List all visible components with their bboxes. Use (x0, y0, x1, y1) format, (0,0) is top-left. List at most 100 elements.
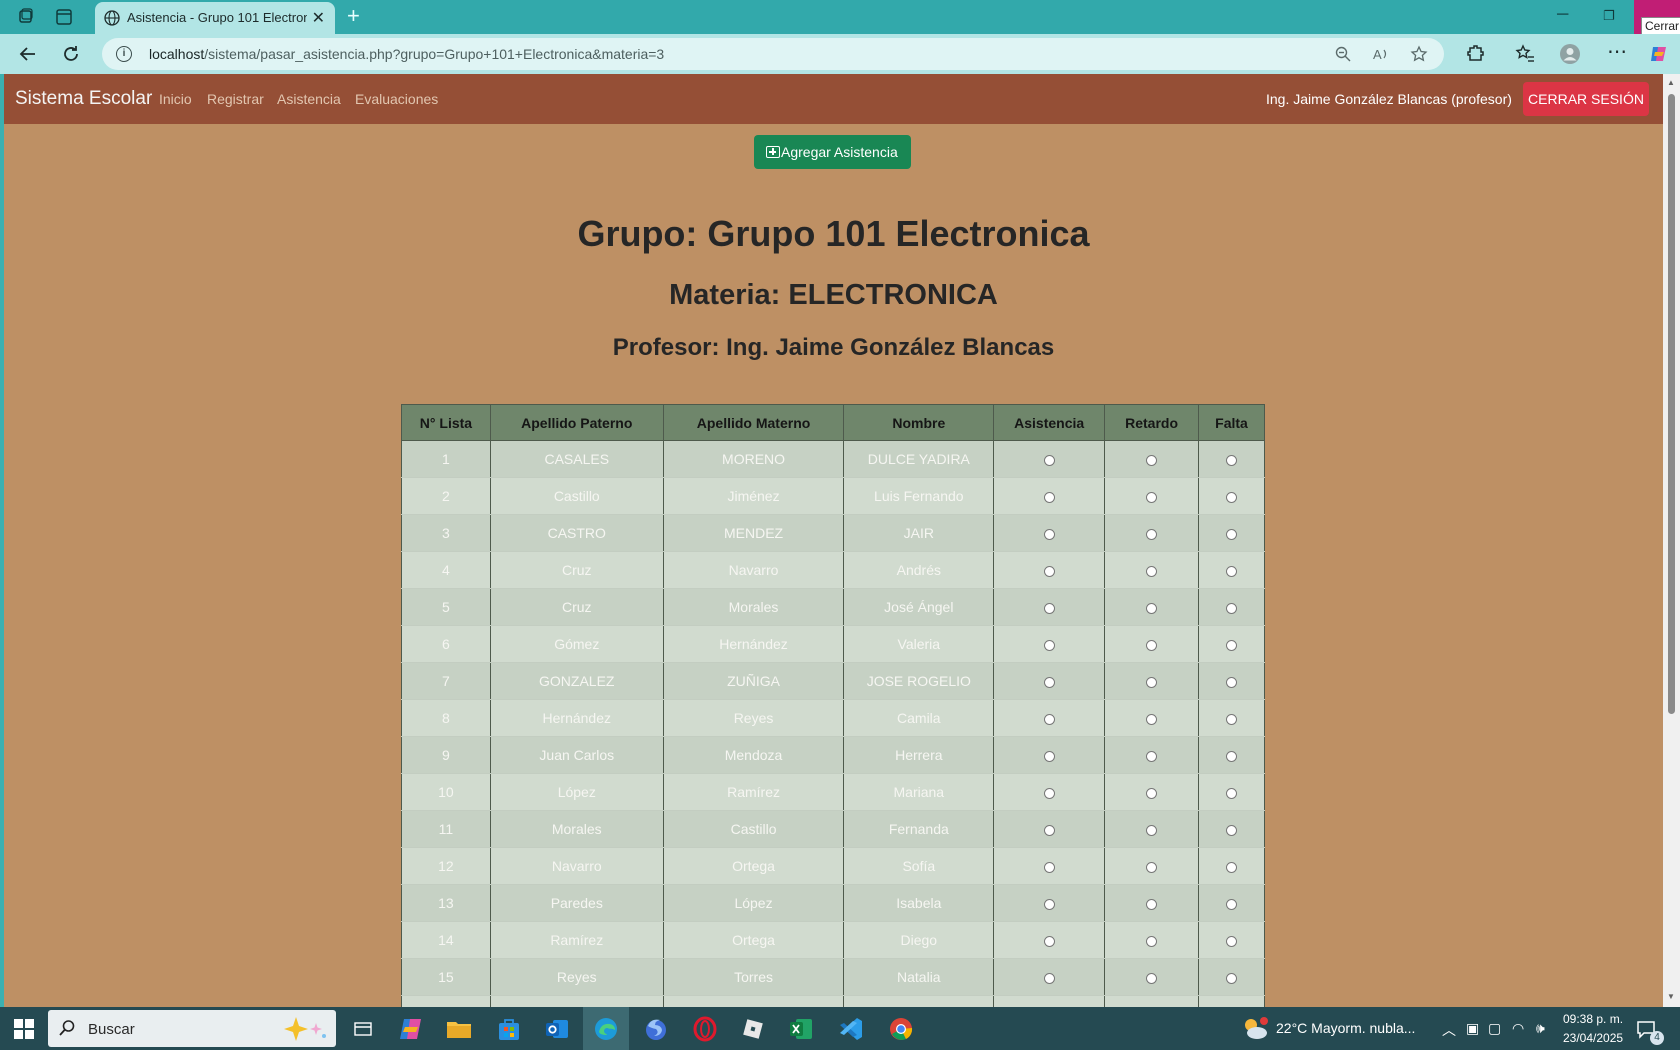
retardo-radio[interactable] (1146, 713, 1158, 725)
retardo-radio[interactable] (1146, 565, 1158, 577)
show-hidden-icons-icon[interactable]: ︿ (1442, 1020, 1456, 1040)
tab-actions-icon[interactable] (54, 7, 74, 27)
retardo-radio[interactable] (1146, 972, 1158, 984)
minimize-icon[interactable]: ─ (1557, 6, 1568, 24)
display-icon[interactable]: ▢ (1488, 1020, 1501, 1037)
clock-date[interactable]: 23/04/2025 (1563, 1031, 1623, 1045)
edge-browser-icon[interactable] (591, 1014, 621, 1044)
nav-link-inicio[interactable]: Inicio (159, 91, 192, 107)
retardo-radio[interactable] (1146, 898, 1158, 910)
tab-close-icon[interactable]: ✕ (312, 8, 325, 28)
retardo-radio[interactable] (1146, 861, 1158, 873)
asistencia-radio[interactable] (1043, 491, 1055, 503)
asistencia-radio[interactable] (1043, 528, 1055, 540)
navbar-brand[interactable]: Sistema Escolar (15, 88, 152, 110)
asistencia-radio[interactable] (1043, 713, 1055, 725)
volume-icon[interactable]: 🕪 (1536, 1020, 1545, 1037)
asistencia-radio[interactable] (1043, 787, 1055, 799)
asistencia-radio[interactable] (1043, 639, 1055, 651)
falta-radio[interactable] (1226, 824, 1238, 836)
meet-icon[interactable]: ▣ (1466, 1020, 1479, 1037)
favorites-icon[interactable] (1514, 43, 1536, 65)
falta-radio[interactable] (1226, 639, 1238, 651)
weather-cloud-icon[interactable] (1240, 1016, 1270, 1042)
browser-tab-active[interactable]: Asistencia - Grupo 101 Electronica ✕ (95, 2, 335, 34)
asistencia-radio[interactable] (1043, 824, 1055, 836)
address-bar[interactable]: i localhost/sistema/pasar_asistencia.php… (102, 38, 1444, 70)
asistencia-radio[interactable] (1043, 750, 1055, 762)
restore-icon[interactable]: ❐ (1603, 8, 1615, 24)
nav-link-registrar[interactable]: Registrar (207, 91, 264, 107)
chrome-icon[interactable] (886, 1014, 916, 1044)
falta-radio[interactable] (1226, 565, 1238, 577)
task-view-icon[interactable] (348, 1014, 378, 1044)
weather-text[interactable]: 22°C Mayorm. nubla... (1276, 1020, 1415, 1036)
outlook-icon[interactable] (542, 1014, 572, 1044)
retardo-radio[interactable] (1146, 639, 1158, 651)
asistencia-radio[interactable] (1043, 676, 1055, 688)
falta-radio[interactable] (1226, 713, 1238, 725)
asistencia-radio[interactable] (1043, 935, 1055, 947)
roblox-icon[interactable] (738, 1014, 768, 1044)
falta-radio[interactable] (1226, 935, 1238, 947)
url-text[interactable]: localhost/sistema/pasar_asistencia.php?g… (149, 46, 664, 62)
falta-radio[interactable] (1226, 491, 1238, 503)
retardo-radio[interactable] (1146, 602, 1158, 614)
asistencia-radio[interactable] (1043, 602, 1055, 614)
vscode-icon[interactable] (836, 1014, 866, 1044)
add-attendance-button[interactable]: Agregar Asistencia (754, 135, 911, 169)
scroll-down-icon[interactable]: ▼ (1667, 992, 1675, 1001)
falta-radio[interactable] (1226, 861, 1238, 873)
back-icon[interactable] (17, 43, 39, 65)
retardo-radio[interactable] (1146, 787, 1158, 799)
scroll-up-icon[interactable]: ▲ (1667, 78, 1675, 87)
favorite-star-icon[interactable] (1410, 45, 1428, 63)
retardo-radio[interactable] (1146, 528, 1158, 540)
zoom-out-icon[interactable] (1334, 45, 1352, 63)
retardo-radio[interactable] (1146, 491, 1158, 503)
retardo-radio[interactable] (1146, 935, 1158, 947)
windows-start-icon[interactable] (14, 1019, 34, 1039)
microsoft-store-icon[interactable] (494, 1014, 524, 1044)
asistencia-radio[interactable] (1043, 454, 1055, 466)
profile-avatar-icon[interactable] (1559, 43, 1581, 65)
workspaces-icon[interactable] (16, 7, 36, 27)
retardo-radio[interactable] (1146, 676, 1158, 688)
falta-radio[interactable] (1226, 750, 1238, 762)
asistencia-radio[interactable] (1043, 972, 1055, 984)
asistencia-radio[interactable] (1043, 898, 1055, 910)
falta-radio[interactable] (1226, 528, 1238, 540)
asistencia-radio[interactable] (1043, 861, 1055, 873)
asistencia-cell (993, 995, 1106, 1007)
refresh-icon[interactable] (60, 43, 82, 65)
page-scrollbar[interactable]: ▲ ▼ (1663, 74, 1680, 1007)
firefox-icon[interactable] (641, 1014, 671, 1044)
excel-icon[interactable] (786, 1014, 816, 1044)
opera-icon[interactable] (690, 1014, 720, 1044)
read-aloud-icon[interactable]: A (1372, 45, 1390, 63)
falta-radio[interactable] (1226, 787, 1238, 799)
logout-button[interactable]: CERRAR SESIÓN (1523, 82, 1649, 116)
asistencia-radio[interactable] (1043, 565, 1055, 577)
falta-radio[interactable] (1226, 454, 1238, 466)
extensions-icon[interactable] (1464, 43, 1486, 65)
retardo-radio[interactable] (1146, 750, 1158, 762)
falta-radio[interactable] (1226, 602, 1238, 614)
nav-link-asistencia[interactable]: Asistencia (277, 91, 341, 107)
wifi-icon[interactable]: ◠ (1512, 1020, 1524, 1037)
copilot-app-icon[interactable] (396, 1014, 426, 1044)
retardo-radio[interactable] (1146, 454, 1158, 466)
retardo-radio[interactable] (1146, 824, 1158, 836)
more-options-icon[interactable]: ⋯ (1607, 39, 1629, 63)
scrollbar-thumb[interactable] (1668, 94, 1675, 714)
site-info-icon[interactable]: i (116, 46, 132, 62)
taskbar-search[interactable]: Buscar (48, 1010, 336, 1047)
falta-radio[interactable] (1226, 972, 1238, 984)
clock-time[interactable]: 09:38 p. m. (1563, 1012, 1623, 1026)
file-explorer-icon[interactable] (444, 1014, 474, 1044)
falta-radio[interactable] (1226, 898, 1238, 910)
copilot-icon[interactable] (1648, 43, 1670, 65)
nav-link-evaluaciones[interactable]: Evaluaciones (355, 91, 438, 107)
falta-radio[interactable] (1226, 676, 1238, 688)
new-tab-button[interactable]: + (347, 3, 360, 29)
